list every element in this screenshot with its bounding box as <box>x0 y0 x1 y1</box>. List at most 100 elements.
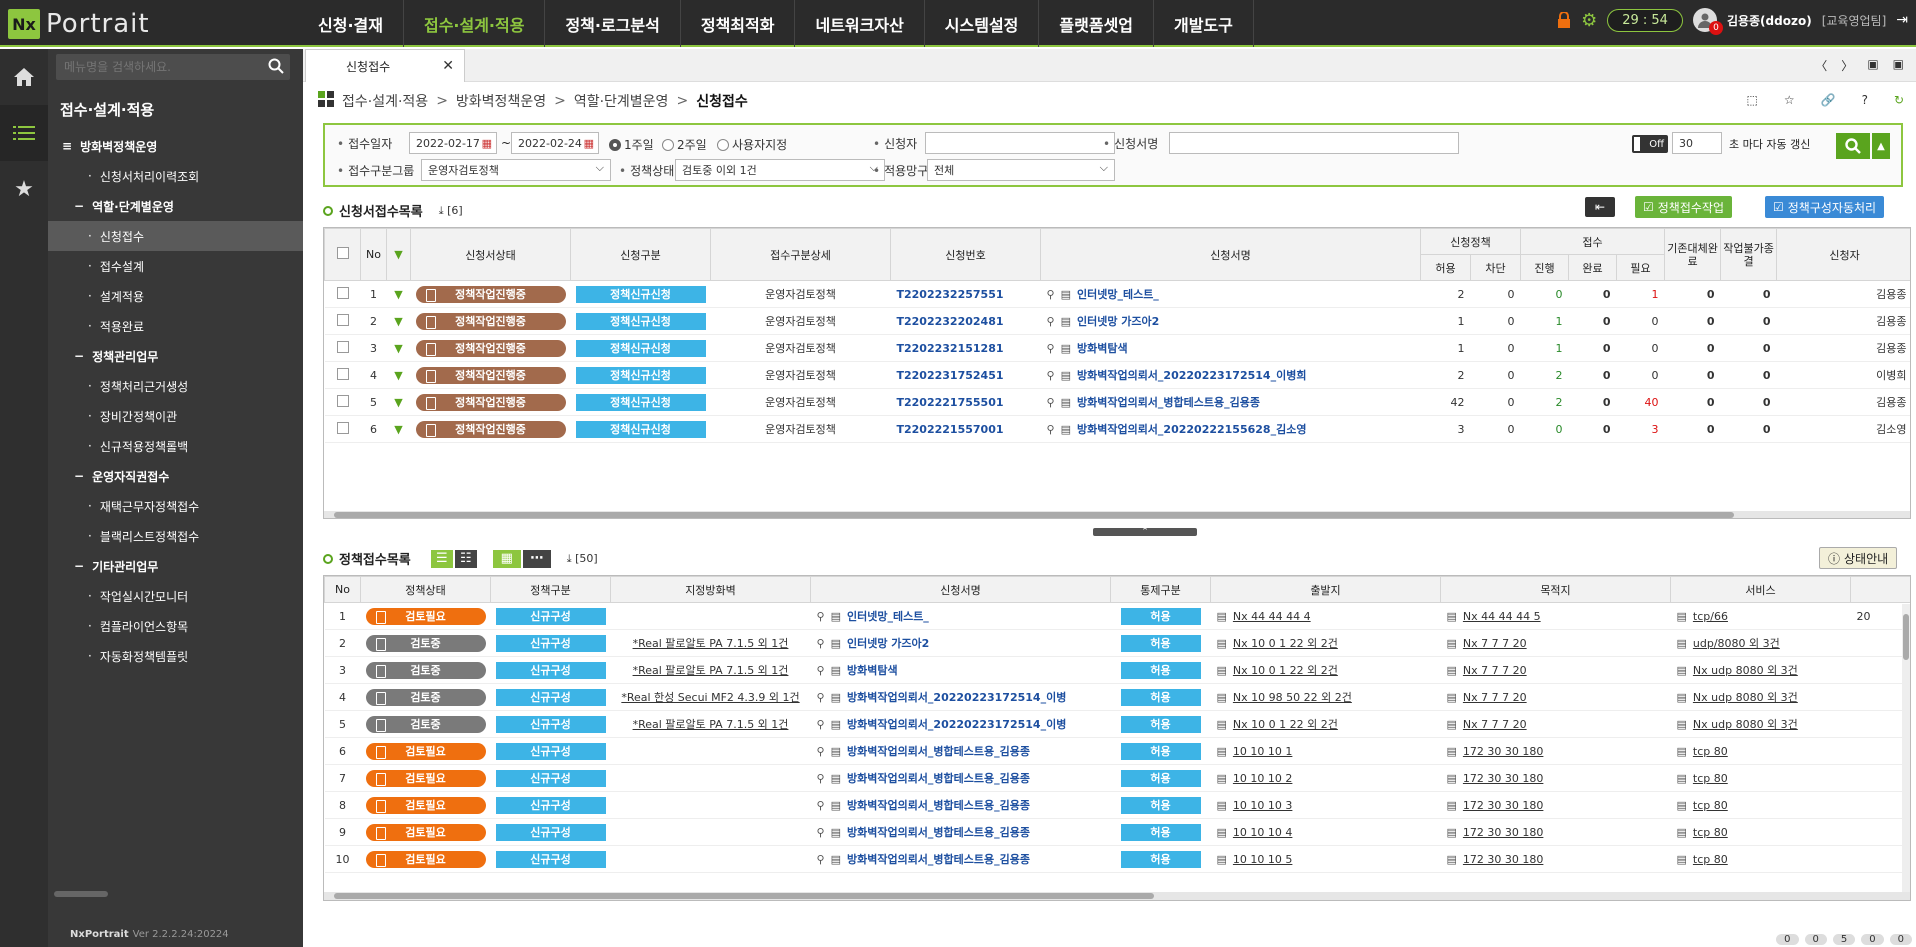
col-detail[interactable]: 접수구분상세 <box>710 228 891 281</box>
table-row[interactable]: 6 ▼ 정책작업진행중 정책신규신청운영자검토정책T2202221557001 ⚲ 방화벽… <box>324 415 1910 443</box>
col-extra[interactable] <box>1850 576 1910 603</box>
col-requester[interactable]: 신청자 <box>1776 228 1910 281</box>
logo[interactable]: Nx Portrait <box>8 9 150 39</box>
row-checkbox[interactable] <box>336 286 349 299</box>
source-cell[interactable]: 10 10 10 5 <box>1210 845 1441 873</box>
calendar-icon[interactable]: ▦ <box>584 137 594 150</box>
source-cell[interactable]: 10 10 10 3 <box>1210 791 1441 819</box>
filter-icon[interactable]: ▼ <box>394 369 402 382</box>
col-firewall[interactable]: 지정방화벽 <box>610 576 811 603</box>
name-cell[interactable]: ⚲ 방화벽작업의뢰서_병합테스트용_김용종 <box>810 818 1111 846</box>
col-control[interactable]: 통제구분 <box>1110 576 1211 603</box>
source-link[interactable]: 10 10 10 4 <box>1233 826 1292 839</box>
destination-cell[interactable]: 172 30 30 180 <box>1440 764 1671 792</box>
magnifier-icon[interactable]: ⚲ <box>817 691 825 704</box>
col-state[interactable]: 정책상태 <box>360 576 491 603</box>
nav-item[interactable]: 개발도구 <box>1154 0 1254 47</box>
export-icon[interactable]: ⇤ <box>1585 197 1615 217</box>
source-cell[interactable]: Nx 10 0 1 22 외 2건 <box>1210 656 1441 684</box>
sidebar-item[interactable]: · 블랙리스트정책접수 <box>48 521 303 551</box>
name-cell[interactable]: ⚲ 방화벽작업의뢰서_병합테스트용_김용종 <box>810 845 1111 873</box>
source-cell[interactable]: 10 10 10 2 <box>1210 764 1441 792</box>
magnifier-icon[interactable]: ⚲ <box>1047 342 1055 355</box>
menu-search-input[interactable] <box>56 54 256 80</box>
row-checkbox[interactable] <box>336 394 349 407</box>
source-link[interactable]: 10 10 10 2 <box>1233 772 1292 785</box>
breadcrumb-item[interactable]: 역할·단계별운영 <box>574 91 669 111</box>
sidebar-item[interactable]: − 운영자직권접수 <box>48 461 303 491</box>
help-icon[interactable]: ? <box>1862 93 1868 107</box>
nav-item[interactable]: 접수·설계·적용 <box>404 0 546 47</box>
col-progress[interactable]: 진행 <box>1520 254 1570 281</box>
filter-icon[interactable]: ▼ <box>386 388 411 416</box>
name-cell[interactable]: ⚲ 방화벽작업의뢰서_20220222155628_김소영 <box>1040 415 1421 443</box>
radio-custom[interactable]: 사용자지정 <box>717 136 787 153</box>
col-type[interactable]: 정책구분 <box>490 576 611 603</box>
table-row[interactable]: 1검토필요 신규구성 ⚲ 인터넷망_테스트_ 허용 Nx 44 44 44 4 Nx 44 … <box>324 602 1910 630</box>
name-cell[interactable]: ⚲ 방화벽작업의뢰서_병합테스트용_김용종 <box>1040 388 1421 416</box>
firewall-link[interactable] <box>610 764 811 792</box>
service-cell[interactable]: tcp 80 <box>1670 791 1851 819</box>
compact-view-icon[interactable]: ⋯ <box>522 549 551 568</box>
link-icon[interactable]: 🔗 <box>1821 93 1836 107</box>
application-number-link[interactable]: T2202221557001 <box>890 415 1041 443</box>
magnifier-icon[interactable]: ⚲ <box>817 745 825 758</box>
chevron-up-icon[interactable]: ▲ <box>1872 133 1890 159</box>
col-done[interactable]: 완료 <box>1568 254 1618 281</box>
table-row[interactable]: 3 ▼ 정책작업진행중 정책신규신청운영자검토정책T2202232151281 ⚲ 방화벽… <box>324 334 1910 362</box>
sidebar-item[interactable]: · 접수설계 <box>48 251 303 281</box>
favorites-star-icon[interactable]: ★ <box>0 161 48 217</box>
sidebar-item[interactable]: · 장비간정책이관 <box>48 401 303 431</box>
sidebar-item[interactable]: − 정책관리업무 <box>48 341 303 371</box>
destination-link[interactable]: Nx 7 7 7 20 <box>1463 637 1527 650</box>
row-checkbox[interactable] <box>324 334 361 362</box>
service-link[interactable]: tcp/66 <box>1693 610 1728 623</box>
status-count-badge[interactable]: 0 <box>1776 934 1799 945</box>
service-cell[interactable]: Nx udp 8080 외 3건 <box>1670 656 1851 684</box>
application-name-link[interactable]: 방화벽작업의뢰서_병합테스트용_김용종 <box>1077 396 1260 409</box>
firewall-link[interactable] <box>610 791 811 819</box>
policy-work-button[interactable]: ☑ 정책접수작업 <box>1635 196 1733 218</box>
source-cell[interactable]: Nx 44 44 44 4 <box>1210 602 1441 630</box>
download-button[interactable]: ⤓ [6] <box>439 204 463 218</box>
filter-icon[interactable]: ▼ <box>394 288 402 301</box>
application-name-link[interactable]: 방화벽탐색 <box>1077 342 1128 355</box>
col-source[interactable]: 출발지 <box>1210 576 1441 603</box>
firewall-link[interactable] <box>610 737 811 765</box>
table-row[interactable]: 4검토중 신규구성*Real 한성 Secui MF2 4.3.9 외 1건 ⚲ 방화… <box>324 683 1910 711</box>
filter-icon[interactable]: ▼ <box>394 315 402 328</box>
magnifier-icon[interactable]: ⚲ <box>817 826 825 839</box>
application-name-link[interactable]: 방화벽작업의뢰서_20220223172514_이병희 <box>1077 369 1306 382</box>
sidebar-item[interactable]: · 설계적용 <box>48 281 303 311</box>
sidebar-item[interactable]: · 정책처리근거생성 <box>48 371 303 401</box>
sidebar-item[interactable]: ≡ 방화벽정책운영 <box>48 131 303 161</box>
source-link[interactable]: 10 10 10 1 <box>1233 745 1292 758</box>
nav-item[interactable]: 시스템설정 <box>925 0 1040 47</box>
panel-splitter[interactable]: ⌃ <box>1093 527 1197 537</box>
destination-link[interactable]: 172 30 30 180 <box>1463 799 1543 812</box>
tab-sincheong-jeopsu[interactable]: 신청접수 ✕ <box>305 49 465 82</box>
service-link[interactable]: tcp 80 <box>1693 799 1728 812</box>
row-checkbox[interactable] <box>324 415 361 443</box>
grid-view-icon[interactable]: ▦ <box>492 549 521 568</box>
col-number[interactable]: 신청번호 <box>890 228 1041 281</box>
destination-cell[interactable]: Nx 7 7 7 20 <box>1440 710 1671 738</box>
col-allow[interactable]: 허용 <box>1420 254 1471 281</box>
destination-cell[interactable]: Nx 7 7 7 20 <box>1440 656 1671 684</box>
destination-link[interactable]: Nx 7 7 7 20 <box>1463 718 1527 731</box>
source-link[interactable]: Nx 44 44 44 4 <box>1233 610 1311 623</box>
search-icon[interactable] <box>268 58 284 74</box>
user-name[interactable]: 김용종(ddozo) <box>1727 12 1812 29</box>
lower-hscrollbar[interactable] <box>324 892 1910 900</box>
menu-list-icon[interactable] <box>0 105 48 161</box>
col-service[interactable]: 서비스 <box>1670 576 1851 603</box>
table-row[interactable]: 1 ▼ 정책작업진행중 정책신규신청운영자검토정책T2202232257551 ⚲ 인터넷… <box>324 280 1910 308</box>
destination-link[interactable]: 172 30 30 180 <box>1463 772 1543 785</box>
status-guide-button[interactable]: ⓘ 상태안내 <box>1819 547 1898 569</box>
auto-refresh-toggle[interactable]: Off <box>1632 135 1668 153</box>
col-type[interactable]: 신청구분 <box>570 228 711 281</box>
service-cell[interactable]: Nx udp 8080 외 3건 <box>1670 683 1851 711</box>
sidebar-item[interactable]: · 신청서처리이력조회 <box>48 161 303 191</box>
table-row[interactable]: 10검토필요 신규구성 ⚲ 방화벽작업의뢰서_병합테스트용_김용종 허용 10 10 10… <box>324 845 1910 873</box>
row-checkbox[interactable] <box>324 307 361 335</box>
